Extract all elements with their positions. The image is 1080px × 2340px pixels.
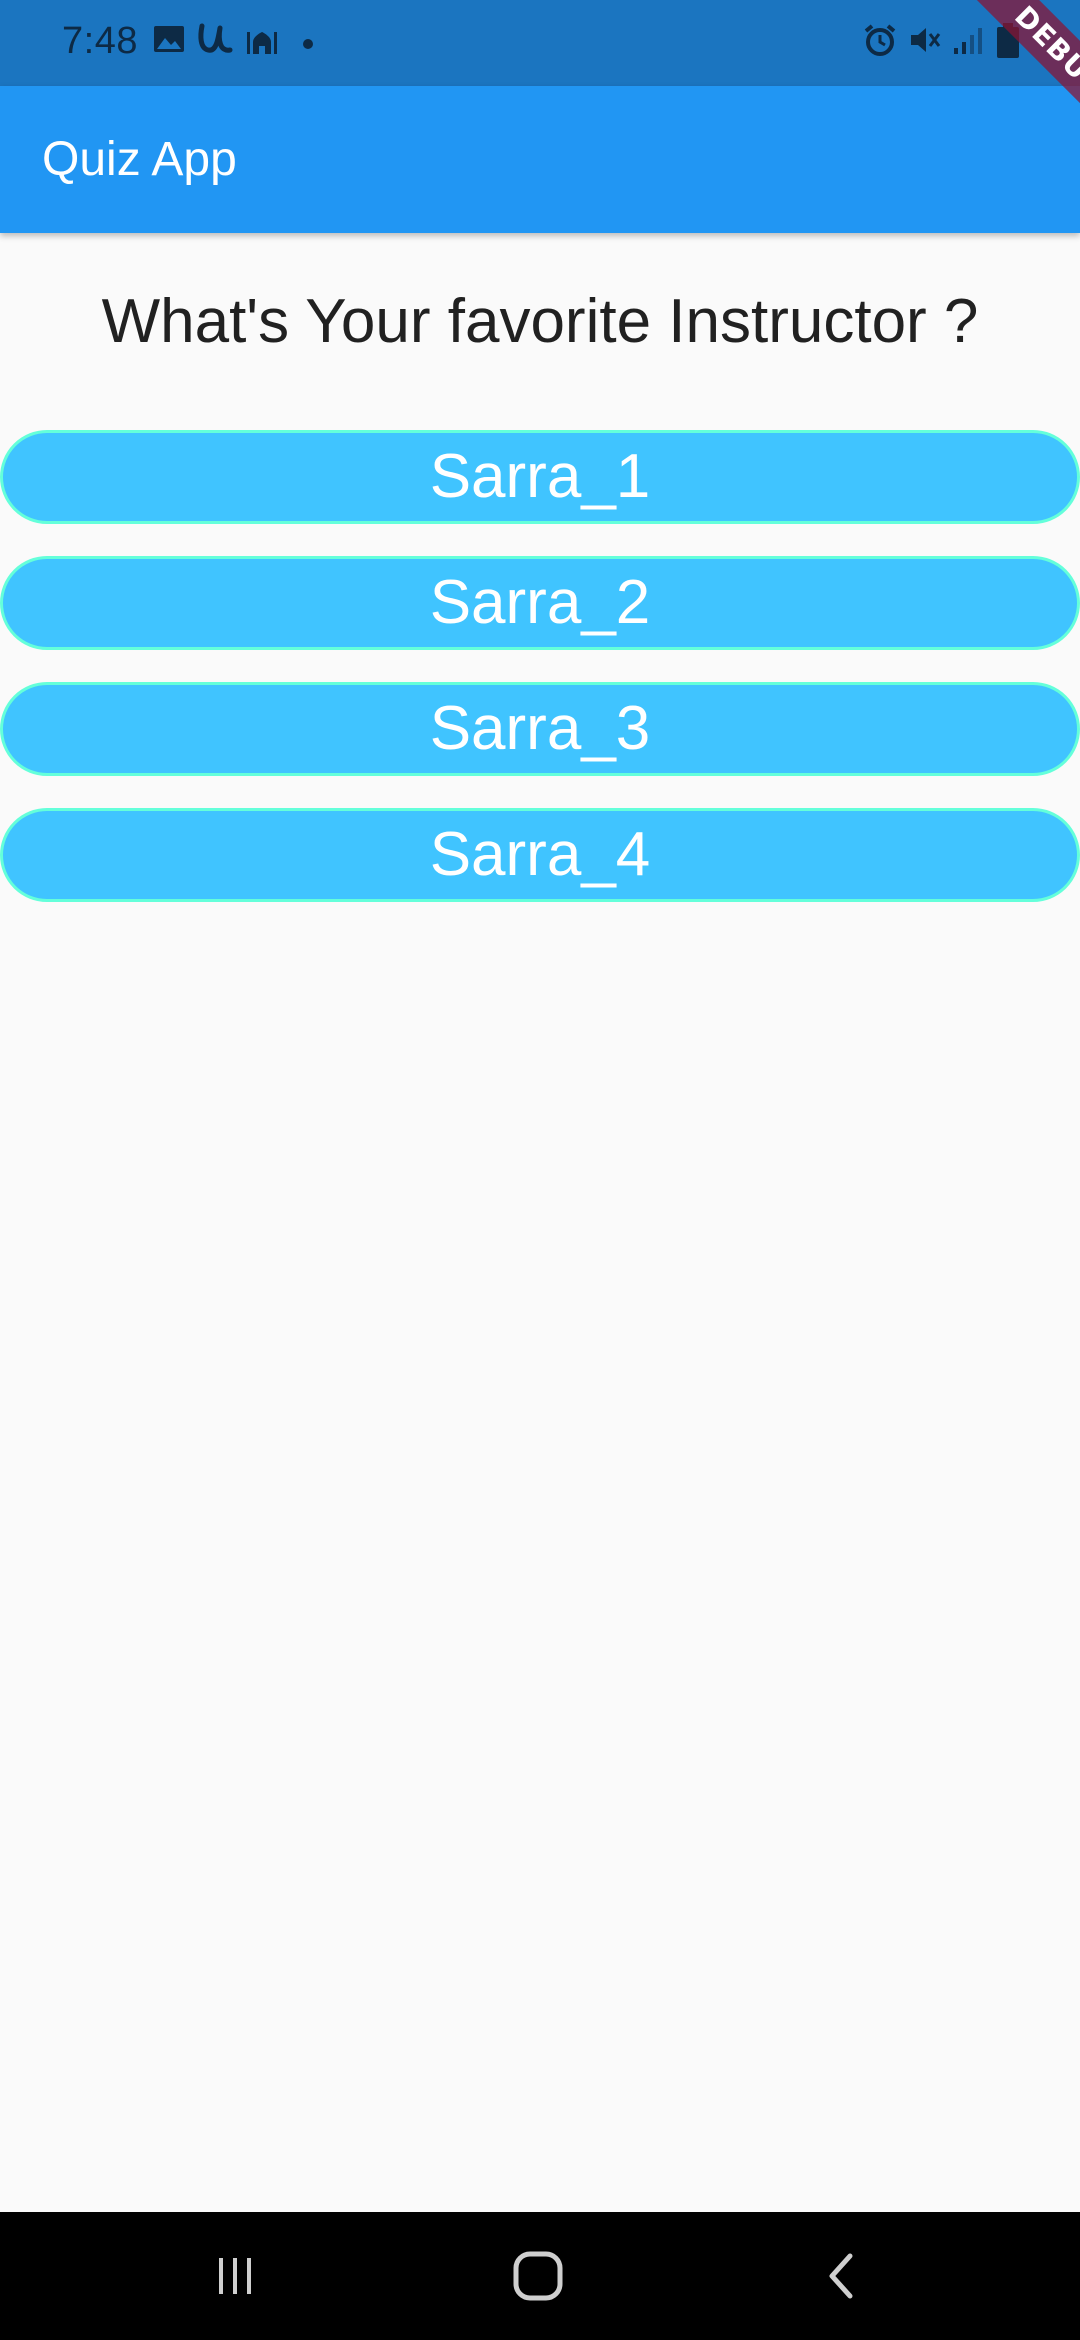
mosque-icon [247, 32, 277, 54]
answer-list: Sarra_1 Sarra_2 Sarra_3 Sarra_4 [0, 430, 1080, 934]
back-icon [829, 2253, 853, 2299]
image-icon [154, 26, 184, 52]
mute-icon [911, 28, 941, 52]
recents-button[interactable] [160, 2212, 310, 2340]
home-icon [513, 2251, 563, 2301]
back-button[interactable] [767, 2212, 917, 2340]
navigation-bar [0, 2212, 1080, 2340]
dot-icon [303, 39, 313, 49]
home-button[interactable] [463, 2212, 613, 2340]
recents-icon [219, 2258, 251, 2294]
alarm-icon [864, 24, 896, 56]
battery-icon [997, 23, 1019, 58]
app-bar: Quiz App [0, 86, 1080, 233]
answer-button-2[interactable]: Sarra_2 [0, 556, 1080, 650]
app-title: Quiz App [42, 133, 237, 186]
signal-icon [954, 28, 982, 54]
u-app-icon [198, 23, 233, 53]
answer-button-4[interactable]: Sarra_4 [0, 808, 1080, 902]
status-bar: 7:48 [0, 0, 1080, 86]
answer-button-3[interactable]: Sarra_3 [0, 682, 1080, 776]
status-time: 7:48 [62, 20, 138, 62]
question-text: What's Your favorite Instructor ? [101, 287, 979, 356]
answer-button-1[interactable]: Sarra_1 [0, 430, 1080, 524]
